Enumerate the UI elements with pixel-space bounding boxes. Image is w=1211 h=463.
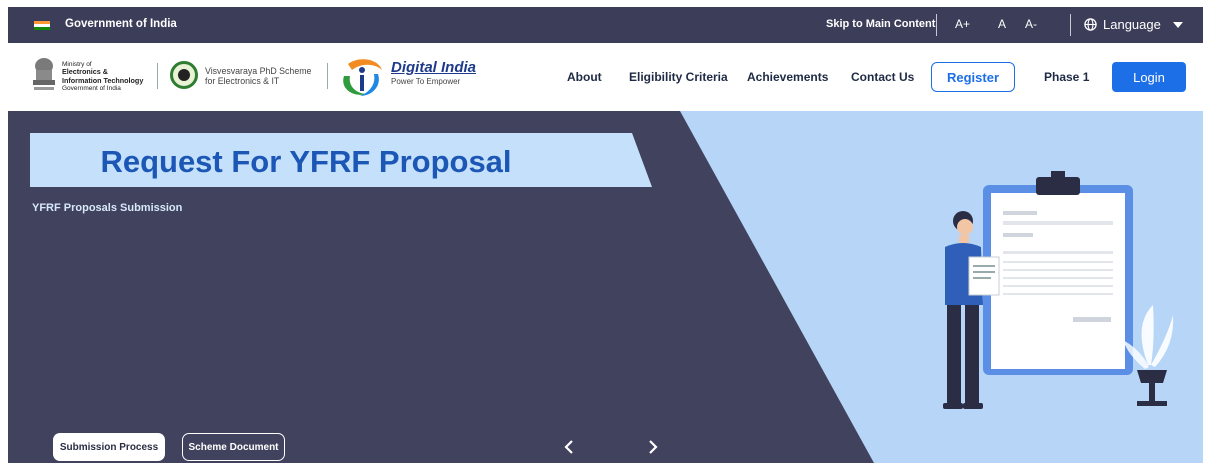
scheme-logo-text: Visvesvaraya PhD Scheme for Electronics … xyxy=(205,66,312,86)
digital-india-title: Digital India xyxy=(391,59,477,76)
clipboard-illustration xyxy=(943,171,1174,409)
hero-carousel: Request For YFRF Proposal YFRF Proposals… xyxy=(8,111,1203,463)
language-label: Language xyxy=(1103,17,1161,32)
hero-title: Request For YFRF Proposal xyxy=(100,144,512,179)
site-header: Ministry of Electronics & Information Te… xyxy=(8,43,1203,111)
divider xyxy=(157,63,158,89)
nav-achievements[interactable]: Achievements xyxy=(747,70,828,84)
visvesvaraya-scheme-logo-icon xyxy=(170,61,198,89)
digital-india-tagline: Power To Empower xyxy=(391,77,461,86)
nav-phase-1[interactable]: Phase 1 xyxy=(1044,70,1089,84)
font-decrease-button[interactable]: A- xyxy=(1025,17,1037,31)
globe-icon xyxy=(1084,18,1097,31)
skip-to-main-content-link[interactable]: Skip to Main Content xyxy=(826,18,935,30)
nav-contact-us[interactable]: Contact Us xyxy=(851,70,914,84)
government-label: Government of India xyxy=(65,18,177,30)
font-increase-button[interactable]: A+ xyxy=(955,17,970,31)
divider xyxy=(936,14,937,36)
chevron-right-icon[interactable] xyxy=(643,437,663,457)
chevron-left-icon[interactable] xyxy=(559,437,579,457)
font-normal-button[interactable]: A xyxy=(998,17,1006,31)
hero-subtitle: YFRF Proposals Submission xyxy=(32,202,183,214)
top-utility-bar: Government of India Skip to Main Content… xyxy=(8,7,1203,43)
divider xyxy=(1070,14,1071,36)
digital-india-logo-icon xyxy=(343,59,382,96)
ministry-logo-text: Ministry of Electronics & Information Te… xyxy=(62,61,144,93)
language-selector[interactable]: Language xyxy=(1084,17,1183,32)
nav-about[interactable]: About xyxy=(567,70,602,84)
india-flag-icon xyxy=(34,21,50,30)
login-button[interactable]: Login xyxy=(1112,62,1186,92)
submission-process-button[interactable]: Submission Process xyxy=(53,433,165,461)
divider xyxy=(327,63,328,89)
nav-eligibility-criteria[interactable]: Eligibility Criteria xyxy=(629,70,728,84)
register-button[interactable]: Register xyxy=(931,62,1015,92)
scheme-document-button[interactable]: Scheme Document xyxy=(182,433,285,461)
national-emblem-icon xyxy=(33,58,55,90)
caret-down-icon xyxy=(1172,21,1183,28)
